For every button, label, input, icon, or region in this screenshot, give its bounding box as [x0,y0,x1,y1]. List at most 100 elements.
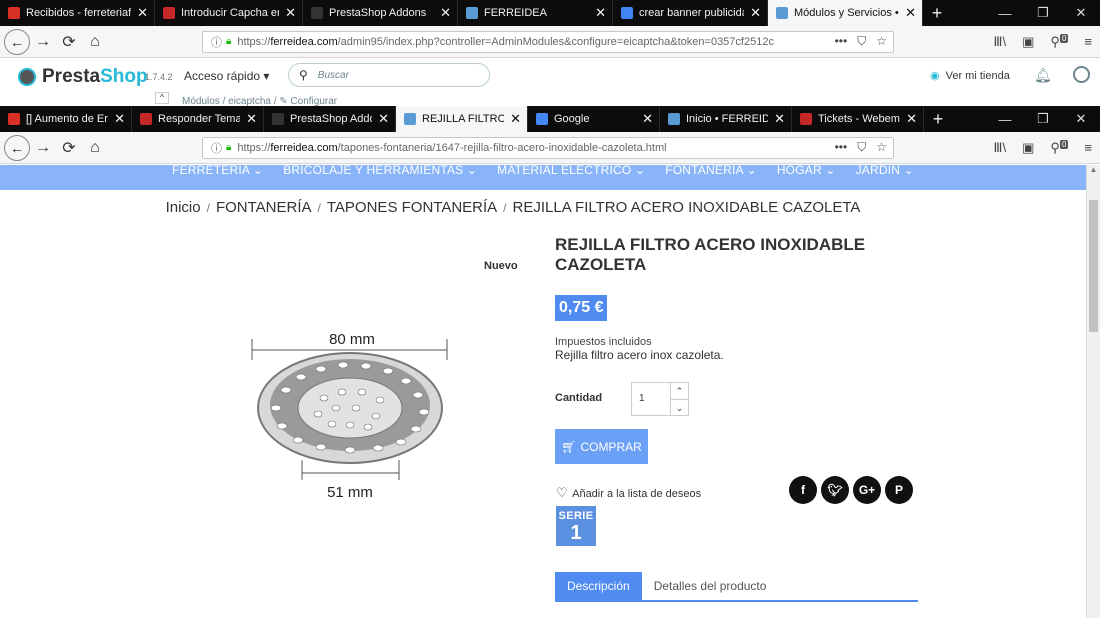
browser-tab[interactable]: Google ✕ [528,106,660,132]
info-icon[interactable]: ⓘ [211,140,222,156]
tab-description[interactable]: Descripción [555,572,642,600]
new-tab-icon[interactable]: + [923,0,951,26]
library-icon[interactable]: Ⅲ\ [994,140,1007,156]
webempresa-icon [800,113,812,125]
forward-button[interactable]: → [30,29,56,55]
close-tab-icon[interactable]: ✕ [774,111,785,127]
menu-icon[interactable]: ≡ [1084,140,1092,155]
close-window-icon[interactable]: ✕ [1062,106,1100,132]
menu-item[interactable]: FERRETERÍA ⌄ [162,165,273,190]
bookmark-star-icon[interactable]: ☆ [876,140,887,155]
tab-title: Introducir Capcha en el f [181,7,279,19]
restore-icon[interactable]: ❐ [1024,0,1062,26]
ferreidea-icon [668,113,680,125]
browser-tab[interactable]: Introducir Capcha en el f ✕ [155,0,303,26]
menu-item[interactable]: HOGAR ⌄ [767,165,846,190]
browser-tab[interactable]: FERREIDEA ✕ [458,0,613,26]
close-tab-icon[interactable]: ✕ [378,111,389,127]
quantity-input[interactable]: 1 [631,382,671,416]
tab-title: Tickets - Webempre [818,113,900,125]
user-avatar-icon[interactable] [1073,66,1090,83]
browser-tab[interactable]: [] Aumento de Erro ✕ [0,106,132,132]
close-tab-icon[interactable]: ✕ [440,5,451,21]
quantity-stepper[interactable]: ⌃ ⌄ [670,382,689,416]
close-tab-icon[interactable]: ✕ [905,5,916,21]
browser-tab[interactable]: REJILLA FILTRO ACE ✕ [396,106,528,132]
browser-tab[interactable]: Recibidos - ferreteriaferr ✕ [0,0,155,26]
twitter-icon[interactable]: 🐦︎ [821,476,849,504]
close-tab-icon[interactable]: ✕ [595,5,606,21]
minimize-icon[interactable]: — [986,0,1024,26]
menu-item[interactable]: FONTANERÍA ⌄ [655,165,767,190]
home-button[interactable]: ⌂ [82,135,108,161]
browser-tab[interactable]: Inicio • FERREIDEA ✕ [660,106,792,132]
home-button[interactable]: ⌂ [82,29,108,55]
close-tab-icon[interactable]: ✕ [114,111,125,127]
dimension-top-label: 80 mm [329,331,375,348]
back-button[interactable]: ← [4,28,30,55]
menu-item[interactable]: BRICOLAJE Y HERRAMIENTAS ⌄ [273,165,487,190]
page-actions-icon[interactable]: ••• [835,140,848,155]
menu-item[interactable]: MATERIAL ELÉCTRICO ⌄ [487,165,655,190]
page-scrollbar[interactable]: ▲ [1086,165,1100,618]
menu-item[interactable]: JARDÍN ⌄ [846,165,924,190]
browser-tab[interactable]: PrestaShop Addons ✕ [264,106,396,132]
close-tab-icon[interactable]: ✕ [285,5,296,21]
page-actions-icon[interactable]: ••• [835,34,848,49]
close-tab-icon[interactable]: ✕ [137,5,148,21]
add-to-cart-button[interactable]: 🛒︎ COMPRAR [555,429,648,464]
reload-button[interactable]: ⟳ [56,29,82,55]
facebook-icon[interactable]: f [789,476,817,504]
back-button[interactable]: ← [4,134,30,161]
restore-icon[interactable]: ❐ [1024,106,1062,132]
sidebar-icon[interactable]: ▣ [1022,140,1034,156]
close-tab-icon[interactable]: ✕ [246,111,257,127]
product-image[interactable]: 80 mm 51 mm [246,330,456,510]
browser-tab[interactable]: PrestaShop Addons ✕ [303,0,458,26]
scroll-up-icon[interactable]: ▲ [1087,165,1100,179]
tab-title: Inicio • FERREIDEA [686,113,768,125]
info-icon[interactable]: ⓘ [211,34,222,50]
forward-button[interactable]: → [30,135,56,161]
pocket-icon[interactable]: ⛉ [857,140,866,155]
pinterest-icon[interactable]: P [885,476,913,504]
bookmark-star-icon[interactable]: ☆ [876,34,887,49]
browser-tab[interactable]: Responder Tema: A ✕ [132,106,264,132]
collapse-arrow-icon[interactable]: ^ [155,92,169,104]
add-to-wishlist-link[interactable]: ♡ Añadir a la lista de deseos [556,485,701,501]
gmail-icon [8,7,20,19]
breadcrumb-home[interactable]: Inicio [166,199,201,216]
notifications-bell-icon[interactable]: 🔔︎ [1034,67,1052,84]
scroll-thumb[interactable] [1089,200,1098,332]
breadcrumb-subcategory[interactable]: TAPONES FONTANERÍA [327,199,497,216]
library-icon[interactable]: Ⅲ\ [994,34,1007,50]
browser-tab[interactable]: crear banner publicidad ✕ [613,0,768,26]
address-bar[interactable]: ⓘ 🔒︎ https://ferreidea.com/admin95/index… [202,30,894,53]
close-tab-icon[interactable]: ✕ [642,111,653,127]
browser-tab[interactable]: Módulos y Servicios • FEI ✕ [768,0,923,26]
close-tab-icon[interactable]: ✕ [510,111,521,127]
minimize-icon[interactable]: — [986,106,1024,132]
close-window-icon[interactable]: ✕ [1062,0,1100,26]
pocket-icon[interactable]: ⛉ [857,34,866,49]
breadcrumb-category[interactable]: FONTANERÍA [216,199,312,216]
admin-search-input[interactable]: ⚲ Buscar [288,63,490,87]
view-shop-link[interactable]: ◉ Ver mi tienda [930,69,1010,82]
tab-title: Google [554,113,590,125]
chevron-down-icon[interactable]: ⌄ [671,399,688,415]
close-tab-icon[interactable]: ✕ [750,5,761,21]
chevron-up-icon[interactable]: ⌃ [671,383,688,399]
new-tab-icon[interactable]: + [924,106,952,132]
tab-product-details[interactable]: Detalles del producto [642,572,779,600]
extension-icon[interactable]: ⚲ 0 [1050,33,1069,50]
googleplus-icon[interactable]: G+ [853,476,881,504]
quick-access-dropdown[interactable]: Acceso rápido ▾ [184,69,269,83]
menu-icon[interactable]: ≡ [1084,34,1092,49]
address-bar[interactable]: ⓘ 🔒︎ https://ferreidea.com/tapones-fonta… [202,136,894,159]
reload-button[interactable]: ⟳ [56,135,82,161]
close-tab-icon[interactable]: ✕ [906,111,917,127]
extension-icon[interactable]: ⚲ 0 [1050,139,1069,156]
sidebar-icon[interactable]: ▣ [1022,34,1034,50]
prestashop-logo[interactable]: Presta Shop [18,66,148,88]
browser-tab[interactable]: Tickets - Webempre ✕ [792,106,924,132]
